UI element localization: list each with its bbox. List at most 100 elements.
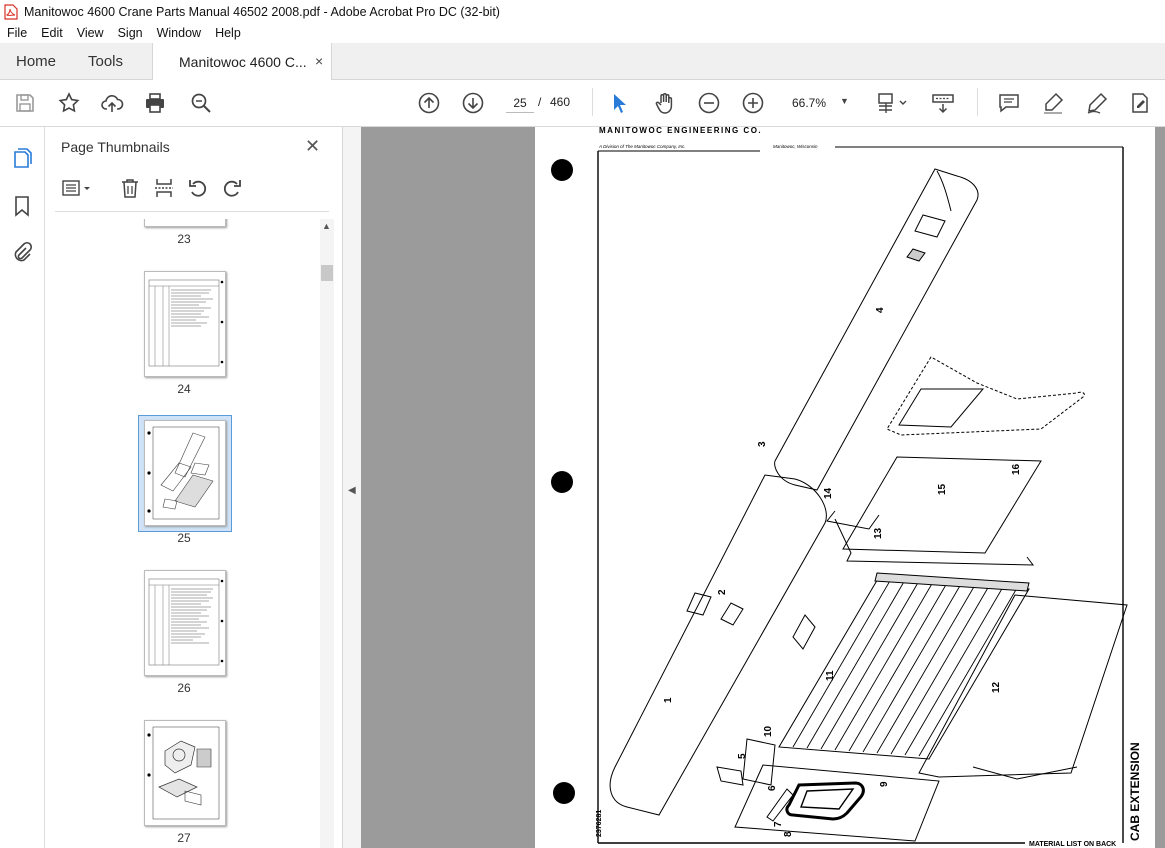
menu-window[interactable]: Window <box>150 26 208 40</box>
find-button[interactable] <box>189 91 213 115</box>
part-label-13: 13 <box>873 527 884 539</box>
menu-file[interactable]: File <box>0 26 34 40</box>
zoom-value: 66.7% <box>792 96 827 110</box>
page-display-button[interactable] <box>876 91 912 115</box>
thumbnail-scrollbar[interactable]: ▲ <box>320 219 334 848</box>
thumbnail-page-26[interactable] <box>144 570 226 676</box>
paperclip-icon <box>14 241 33 262</box>
part-label-11: 11 <box>825 670 836 681</box>
bookmark-star-button[interactable] <box>57 91 81 115</box>
page-thumbnails-panel: Page Thumbnails ✕ 23 24 25 26 27 ▲ <box>45 127 343 848</box>
thumbnail-page-23[interactable] <box>144 219 226 227</box>
zoom-select[interactable]: 66.7% ▼ <box>784 88 854 116</box>
thumbnail-label-24: 24 <box>177 382 191 396</box>
page-thumbnails-button[interactable] <box>11 147 33 169</box>
left-navigation-rail <box>0 127 45 848</box>
comment-icon <box>999 94 1019 113</box>
menu-view[interactable]: View <box>70 26 111 40</box>
thumbnail-drawing-preview <box>147 726 220 820</box>
tab-bar: Home Tools Manitowoc 4600 C... × <box>0 43 1165 80</box>
scroll-up-icon[interactable]: ▲ <box>322 221 331 231</box>
drawing-number: 2376281 <box>596 810 603 837</box>
page-split-icon <box>155 179 173 197</box>
part-label-10: 10 <box>763 725 774 737</box>
panel-close-button[interactable]: ✕ <box>305 136 320 157</box>
footer-note: MATERIAL LIST ON BACK <box>1029 841 1116 848</box>
scrollbar-thumb[interactable] <box>321 265 333 281</box>
comment-button[interactable] <box>997 91 1021 115</box>
arrow-up-circle-icon <box>418 92 440 114</box>
thumbnail-list: 23 24 25 26 27 <box>45 219 320 848</box>
draw-button[interactable] <box>1085 91 1109 115</box>
thumbnail-options-button[interactable] <box>61 177 95 199</box>
arrow-down-circle-icon <box>462 92 484 114</box>
save-icon <box>16 94 34 112</box>
fit-page-icon <box>878 93 907 113</box>
delete-page-button[interactable] <box>119 177 141 199</box>
bookmarks-button[interactable] <box>11 195 33 217</box>
panel-collapse-handle[interactable]: ◀ <box>343 127 361 848</box>
part-label-7: 7 <box>773 821 784 827</box>
part-label-4: 4 <box>875 307 886 313</box>
chevron-down-icon: ▼ <box>840 96 849 106</box>
previous-page-button[interactable] <box>417 91 441 115</box>
print-button[interactable] <box>143 91 167 115</box>
page-separator: / <box>538 95 542 109</box>
rotate-counterclockwise-button[interactable] <box>187 177 209 199</box>
menu-help[interactable]: Help <box>208 26 248 40</box>
rotate-right-icon <box>223 180 241 197</box>
pages-icon <box>14 148 32 168</box>
plus-circle-icon <box>742 92 764 114</box>
scroll-mode-button[interactable] <box>931 91 955 115</box>
highlighter-icon <box>1044 92 1064 114</box>
page-number-input[interactable]: 25 <box>506 94 534 113</box>
tab-close-button[interactable]: × <box>315 53 323 69</box>
attachments-button[interactable] <box>11 241 33 263</box>
tab-home[interactable]: Home <box>16 53 56 70</box>
part-label-5: 5 <box>737 753 748 759</box>
keyboard-scroll-icon <box>932 94 954 114</box>
thumbnail-drawing-preview <box>147 426 220 520</box>
zoom-in-button[interactable] <box>741 91 765 115</box>
upload-button[interactable] <box>100 91 124 115</box>
collapse-arrow-icon: ◀ <box>348 485 356 496</box>
part-label-15: 15 <box>937 483 948 495</box>
next-page-button[interactable] <box>461 91 485 115</box>
highlight-button[interactable] <box>1041 91 1065 115</box>
menu-edit[interactable]: Edit <box>34 26 70 40</box>
toolbar-divider <box>592 88 593 116</box>
thumbnail-table-preview <box>148 578 224 666</box>
sign-document-icon <box>1132 93 1148 113</box>
pen-draw-icon <box>1087 92 1108 114</box>
thumbnail-table-preview <box>148 279 224 367</box>
header-company: MANITOWOC ENGINEERING CO. <box>599 127 762 135</box>
tab-document[interactable]: Manitowoc 4600 C... × <box>152 43 332 80</box>
rotate-clockwise-button[interactable] <box>221 177 243 199</box>
menu-sign[interactable]: Sign <box>111 26 150 40</box>
select-tool-button[interactable] <box>607 91 631 115</box>
tab-document-label: Manitowoc 4600 C... <box>179 54 307 70</box>
thumbnail-page-24[interactable] <box>144 271 226 377</box>
title-bar: Manitowoc 4600 Crane Parts Manual 46502 … <box>0 0 1165 23</box>
drawing-title: CAB EXTENSION <box>1128 742 1142 841</box>
zoom-out-button[interactable] <box>697 91 721 115</box>
save-button[interactable] <box>13 91 37 115</box>
thumbnail-page-27[interactable] <box>144 720 226 826</box>
hand-tool-button[interactable] <box>653 91 677 115</box>
thumbnail-label-23: 23 <box>177 232 191 246</box>
fill-sign-button[interactable] <box>1128 91 1152 115</box>
document-canvas[interactable]: MANITOWOC ENGINEERING CO. A Division of … <box>361 127 1165 848</box>
tab-tools[interactable]: Tools <box>88 53 123 70</box>
part-label-1: 1 <box>663 697 674 703</box>
pdf-page: MANITOWOC ENGINEERING CO. A Division of … <box>535 127 1155 848</box>
cab-extension-drawing: MANITOWOC ENGINEERING CO. A Division of … <box>551 127 1142 848</box>
bookmark-icon <box>15 196 29 217</box>
part-label-16: 16 <box>1011 463 1022 475</box>
toolbar-divider <box>977 88 978 116</box>
hand-icon <box>655 93 673 114</box>
thumbnail-page-25[interactable] <box>144 420 226 526</box>
star-icon <box>58 92 80 113</box>
thumbnail-label-27: 27 <box>177 831 191 845</box>
extract-page-button[interactable] <box>153 177 175 199</box>
part-label-6: 6 <box>767 785 778 791</box>
